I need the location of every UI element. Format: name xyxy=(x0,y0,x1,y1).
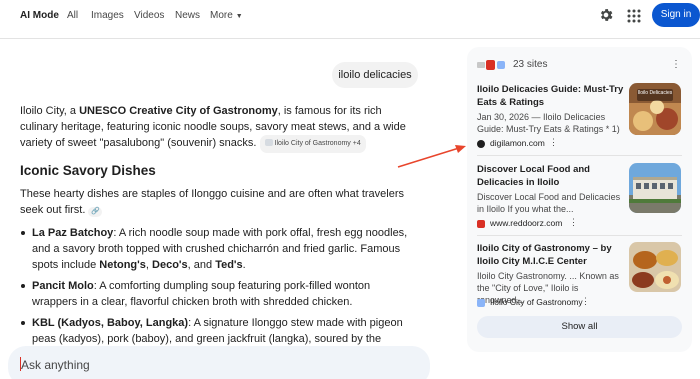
restaurant-name: Netong's xyxy=(99,259,146,271)
card-divider xyxy=(477,155,682,156)
tab-all[interactable]: All xyxy=(67,10,78,21)
user-query-bubble: iloilo delicacies xyxy=(332,62,418,88)
annotation-arrow-icon xyxy=(397,145,466,168)
more-options-icon[interactable]: ⋮ xyxy=(671,59,681,70)
caret-down-icon: ▼ xyxy=(235,13,243,20)
source-name: Iloilo City of Gastronomy xyxy=(490,297,583,307)
source-name: digilamon.com xyxy=(490,138,545,148)
site-favicons-icon xyxy=(477,60,505,70)
source-chip[interactable]: Iloilo City of Gastronomy +4 xyxy=(259,135,366,153)
source-card[interactable]: Iloilo Delicacies Guide: Must-Try Eats &… xyxy=(477,83,682,155)
sites-count: 23 sites xyxy=(513,59,548,70)
top-bar: AI Mode All Images Videos News More ▼ Sig… xyxy=(0,0,700,36)
intro-bold: UNESCO Creative City of Gastronomy xyxy=(79,105,278,117)
card-snippet: Discover Local Food and Delicacies in Il… xyxy=(477,192,621,214)
tab-news[interactable]: News xyxy=(175,10,200,21)
sentence-end: . xyxy=(242,259,246,271)
card-title[interactable]: Discover Local Food and Delicacies in Il… xyxy=(477,163,627,189)
tab-more[interactable]: More ▼ xyxy=(210,10,243,21)
link-icon[interactable]: 🔗 xyxy=(88,207,103,217)
tab-images[interactable]: Images xyxy=(91,10,124,21)
section-intro-text: These hearty dishes are staples of Ilong… xyxy=(20,188,405,216)
source-name: www.reddoorz.com xyxy=(490,218,563,228)
show-all-button[interactable]: Show all xyxy=(477,316,682,338)
thumb-caption: Iloilo Delicacies xyxy=(638,90,673,96)
sources-panel: 23 sites ⋮ Iloilo Delicacies Guide: Must… xyxy=(467,47,692,352)
intro-lead: Iloilo City, a xyxy=(20,105,80,117)
restaurant-name: Deco's xyxy=(152,259,188,271)
source-chip-label: Iloilo City of Gastronomy +4 xyxy=(274,140,361,147)
source-card[interactable]: Iloilo City of Gastronomy – by Iloilo Ci… xyxy=(477,242,682,314)
source-menu-icon[interactable]: ⋮ xyxy=(549,137,558,148)
tab-videos[interactable]: Videos xyxy=(134,10,164,21)
dish-name: Pancit Molo xyxy=(32,280,94,292)
section-intro: These hearty dishes are staples of Ilong… xyxy=(20,186,415,218)
settings-gear-icon[interactable] xyxy=(598,7,614,23)
card-divider xyxy=(477,235,682,236)
sign-in-button[interactable]: Sign in xyxy=(652,3,700,27)
list-item: La Paz Batchoy: A rich noodle soup made … xyxy=(20,225,415,273)
source-menu-icon[interactable]: ⋮ xyxy=(569,217,578,228)
header-divider xyxy=(0,38,700,39)
reddoorz-favicon-icon xyxy=(477,220,485,228)
dish-name: La Paz Batchoy xyxy=(32,227,114,239)
ask-input-placeholder[interactable]: Ask anything xyxy=(21,358,90,372)
ask-input-box[interactable]: Ask anything xyxy=(8,346,430,379)
separator: , and xyxy=(187,259,216,271)
source-menu-icon[interactable]: ⋮ xyxy=(581,296,590,307)
digilamon-favicon-icon xyxy=(477,140,485,148)
tab-ai-mode[interactable]: AI Mode xyxy=(20,10,59,21)
source-favicon-icon xyxy=(264,139,273,146)
gastronomy-favicon-icon xyxy=(477,299,485,307)
source-card[interactable]: Discover Local Food and Delicacies in Il… xyxy=(477,163,682,235)
section-heading: Iconic Savory Dishes xyxy=(20,163,156,178)
dish-name: KBL (Kadyos, Baboy, Langka) xyxy=(32,317,189,329)
more-label: More xyxy=(210,10,233,21)
list-item: Pancit Molo: A comforting dumpling soup … xyxy=(20,278,415,310)
intro-paragraph: Iloilo City, a UNESCO Creative City of G… xyxy=(20,103,415,153)
restaurant-name: Ted's xyxy=(215,259,243,271)
card-title[interactable]: Iloilo City of Gastronomy – by Iloilo Ci… xyxy=(477,242,627,268)
apps-grid-icon[interactable] xyxy=(626,8,642,24)
food-thumbnail-image xyxy=(629,242,681,292)
card-title[interactable]: Iloilo Delicacies Guide: Must-Try Eats &… xyxy=(477,83,627,109)
building-thumbnail-image xyxy=(629,163,681,213)
food-thumbnail-image: Iloilo Delicacies xyxy=(629,83,681,135)
